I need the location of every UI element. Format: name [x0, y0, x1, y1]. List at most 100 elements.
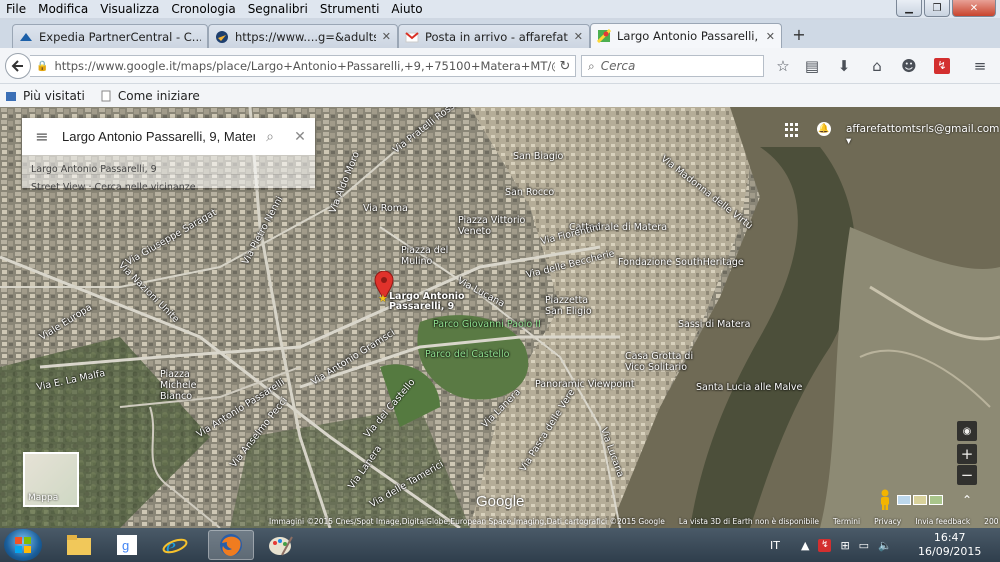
map-label[interactable]: Fondazione SouthHeritage: [618, 257, 744, 268]
menu-file[interactable]: File: [0, 0, 32, 18]
menu-visualizza[interactable]: Visualizza: [94, 0, 165, 18]
divider: [22, 174, 315, 175]
close-icon[interactable]: ✕: [382, 30, 391, 43]
google-logo: Google: [476, 493, 525, 510]
tab-booking[interactable]: https://www....g=&adults=2 ✕: [208, 24, 398, 48]
close-icon[interactable]: ✕: [766, 30, 775, 43]
account-menu[interactable]: affarefattomtsrls@gmail.com ▾: [846, 123, 1000, 147]
minimize-button[interactable]: ▁: [896, 0, 922, 17]
battery-icon[interactable]: ▭: [859, 539, 869, 552]
menu-strumenti[interactable]: Strumenti: [314, 0, 386, 18]
tab-google-maps[interactable]: Largo Antonio Passarelli, 9 ... ✕: [590, 23, 782, 48]
scale-label: 200 m: [984, 517, 1000, 526]
taskbar-google[interactable]: g: [104, 530, 150, 560]
map-label[interactable]: Parco del Castello: [425, 349, 509, 360]
menu-cronologia[interactable]: Cronologia: [165, 0, 241, 18]
page-icon: [99, 89, 113, 103]
bookmark-star-icon[interactable]: ☆: [773, 56, 793, 76]
earth-3d-note: La vista 3D di Earth non è disponibile: [678, 517, 819, 526]
map-type-label: Mappa: [28, 493, 59, 503]
map-type-toggle[interactable]: Mappa: [23, 452, 79, 507]
menu-aiuto[interactable]: Aiuto: [385, 0, 428, 18]
bookmark-getting-started[interactable]: Come iniziare: [99, 89, 200, 103]
taskbar-internet-explorer[interactable]: e: [152, 530, 198, 560]
layer-thumbnail[interactable]: [913, 495, 927, 505]
paint-icon: [269, 536, 293, 556]
street-view-link[interactable]: Street View · Cerca nelle vicinanze: [31, 182, 196, 193]
close-icon[interactable]: ✕: [285, 129, 315, 145]
map-label[interactable]: Sassi di Matera: [678, 319, 750, 330]
map-label[interactable]: Santa Lucia alle Malve: [696, 382, 802, 393]
taskbar-file-explorer[interactable]: [56, 530, 102, 560]
tab-expedia[interactable]: Expedia PartnerCentral - C...: [12, 24, 208, 48]
terms-link[interactable]: Termini: [833, 517, 860, 526]
new-tab-button[interactable]: +: [790, 26, 808, 44]
imagery-layers[interactable]: [897, 489, 947, 511]
map-label[interactable]: Via Roma: [363, 203, 408, 214]
map-label[interactable]: San Biagio: [513, 151, 563, 162]
zoom-out-button[interactable]: −: [957, 465, 977, 485]
scale-indicator[interactable]: 200 m: [984, 517, 1000, 526]
menu-modifica[interactable]: Modifica: [32, 0, 94, 18]
map-label[interactable]: Piazza Vittorio Veneto: [458, 215, 528, 237]
map-label[interactable]: Piazza Michele Bianco: [160, 369, 220, 402]
taskbar-paint[interactable]: [258, 530, 304, 560]
reload-icon[interactable]: ↻: [555, 59, 575, 74]
expand-up-icon[interactable]: ⌃: [957, 489, 977, 511]
url-text[interactable]: https://www.google.it/maps/place/Largo+A…: [54, 59, 555, 73]
map-label[interactable]: Parco Giovanni Paolo II: [433, 319, 541, 330]
pegman-icon[interactable]: [876, 489, 894, 511]
lock-icon: 🔒: [36, 60, 49, 72]
maps-search-input[interactable]: [62, 129, 255, 144]
pdf-extension-icon[interactable]: ↯: [932, 56, 952, 76]
reading-list-icon[interactable]: ▤: [802, 56, 822, 76]
menu-icon[interactable]: ≡: [22, 127, 62, 146]
navigation-bar: 🔒 https://www.google.it/maps/place/Largo…: [0, 48, 1000, 84]
home-icon[interactable]: ⌂: [867, 56, 887, 76]
url-bar[interactable]: 🔒 https://www.google.it/maps/place/Largo…: [30, 55, 576, 77]
hamburger-menu-icon[interactable]: ≡: [970, 56, 990, 76]
map-label[interactable]: Piazzetta San Eligio: [545, 295, 595, 317]
search-icon[interactable]: ⌕: [255, 129, 285, 145]
apps-grid-icon[interactable]: [785, 123, 799, 137]
search-bar[interactable]: ⌕ Cerca: [581, 55, 764, 77]
start-button[interactable]: [4, 529, 42, 561]
satellite-map[interactable]: Via Pratelli Rossi Via Aldo Moro San Bia…: [0, 107, 1000, 528]
tab-gmail[interactable]: Posta in arrivo - affarefatto... ✕: [398, 24, 590, 48]
back-arrow-icon: [11, 60, 23, 72]
map-label[interactable]: Piazza del Mulino: [401, 245, 451, 267]
taskbar-firefox[interactable]: [208, 530, 254, 560]
my-location-button[interactable]: ◉: [957, 421, 977, 441]
close-icon[interactable]: ✕: [574, 30, 583, 43]
download-icon[interactable]: ⬇: [834, 56, 854, 76]
target-icon: ◉: [962, 425, 972, 437]
volume-icon[interactable]: 🔈: [878, 539, 892, 552]
menu-segnalibri[interactable]: Segnalibri: [242, 0, 314, 18]
map-label[interactable]: San Rocco: [505, 187, 554, 198]
zoom-in-button[interactable]: +: [957, 444, 977, 464]
maximize-button[interactable]: ❐: [924, 0, 950, 17]
show-hidden-icons-icon[interactable]: ▲: [801, 539, 809, 552]
language-indicator[interactable]: IT: [770, 539, 780, 552]
notifications-icon[interactable]: 🔔: [817, 122, 831, 136]
pin-label[interactable]: Passarelli, 9: [389, 301, 454, 312]
map-label[interactable]: Panoramic Viewpoint: [535, 379, 635, 390]
close-window-button[interactable]: ✕: [952, 0, 996, 17]
privacy-link[interactable]: Privacy: [874, 517, 901, 526]
hello-icon[interactable]: ☻: [899, 56, 919, 76]
tab-label: https://www....g=&adults=2: [235, 29, 376, 44]
google-maps-icon: [597, 29, 611, 43]
feedback-link[interactable]: Invia feedback: [915, 517, 970, 526]
tab-label: Expedia PartnerCentral - C...: [39, 29, 201, 44]
pdf-tray-icon[interactable]: ↯: [818, 538, 832, 552]
svg-text:g: g: [122, 538, 129, 553]
bookmark-most-visited[interactable]: Più visitati: [4, 89, 85, 103]
back-button[interactable]: [5, 53, 31, 79]
window-controls: ▁ ❐ ✕: [896, 0, 996, 17]
layer-thumbnail[interactable]: [897, 495, 911, 505]
windows-update-icon[interactable]: ⊞: [840, 539, 849, 552]
gmail-icon: [405, 30, 419, 44]
layer-thumbnail[interactable]: [929, 495, 943, 505]
clock[interactable]: 16:47 16/09/2015: [918, 531, 981, 559]
map-label[interactable]: Casa Grotta di Vico Solitario: [625, 351, 695, 373]
